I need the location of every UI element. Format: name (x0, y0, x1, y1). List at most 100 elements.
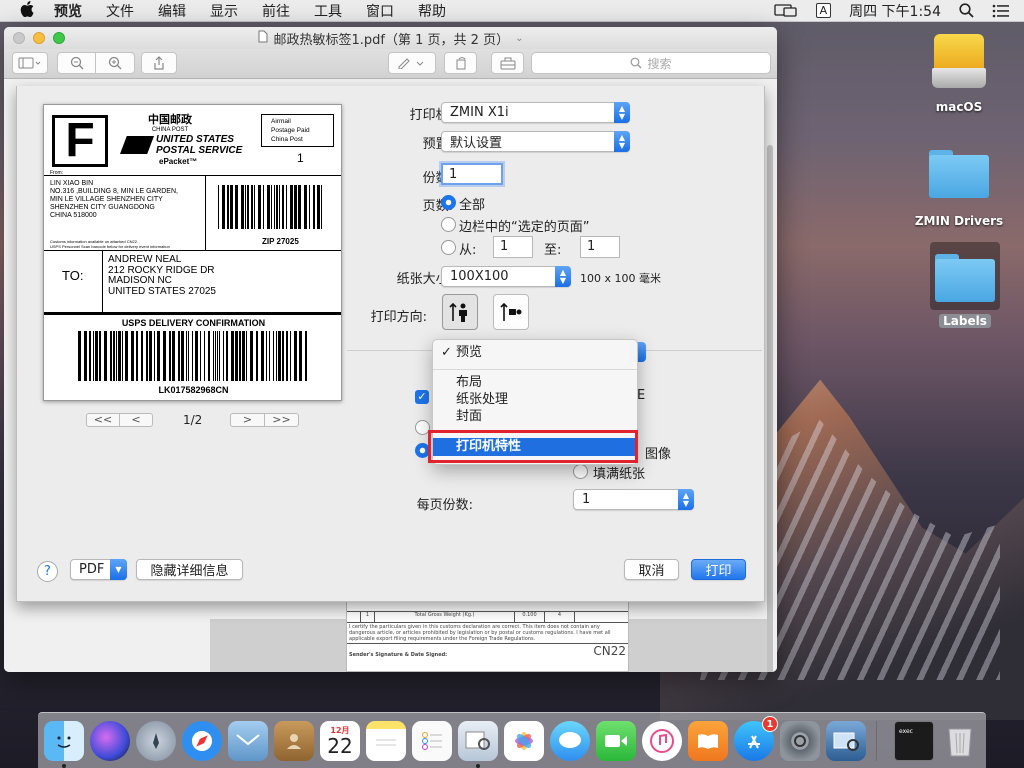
toolbar: 搜索 (4, 49, 777, 79)
menubar-clock[interactable]: 周四 下午1:54 (849, 1, 941, 21)
zip-barcode (218, 185, 326, 229)
help-button[interactable]: ? (37, 561, 58, 582)
toolbox-button[interactable] (491, 52, 524, 74)
apple-menu-icon[interactable] (20, 0, 38, 21)
first-page-button[interactable]: << (87, 414, 120, 426)
last-page-button[interactable]: >> (265, 414, 298, 426)
image-capture-icon[interactable] (826, 721, 866, 761)
desktop-icon-labels[interactable]: Labels (930, 242, 1000, 328)
photos-icon[interactable] (504, 721, 544, 761)
siri-icon[interactable] (90, 721, 130, 761)
chevron-down-icon[interactable]: ⌄ (515, 33, 523, 44)
copies-input[interactable]: 1 (441, 163, 503, 185)
minimize-button[interactable] (33, 32, 45, 44)
pages-to-input[interactable]: 1 (580, 236, 620, 258)
mail-icon[interactable] (228, 721, 268, 761)
spotlight-search-icon[interactable] (959, 3, 974, 18)
close-button[interactable] (13, 32, 25, 44)
fill-paper-label[interactable]: 填满纸张 (593, 463, 645, 482)
per-page-label: 每页份数: (416, 498, 473, 513)
launchpad-icon[interactable] (136, 721, 176, 761)
vertical-scrollbar[interactable] (767, 145, 773, 672)
hide-details-button[interactable]: 隐藏详细信息 (136, 559, 243, 580)
terminal-icon[interactable]: exec (894, 721, 934, 761)
menu-go[interactable]: 前往 (262, 1, 290, 21)
preset-popup[interactable]: 默认设置 ▲ ▼ (441, 131, 630, 152)
sidebar-toggle-button[interactable] (12, 52, 48, 74)
ibooks-icon[interactable] (688, 721, 728, 761)
paper-size-popup[interactable]: 100X100 ▲ ▼ (441, 266, 571, 287)
menu-preview[interactable]: 预览 (54, 1, 82, 21)
pages-all-label[interactable]: 全部 (459, 194, 485, 213)
pages-all-radio[interactable] (441, 195, 456, 210)
facetime-icon[interactable] (596, 721, 636, 761)
menu-view[interactable]: 显示 (210, 1, 238, 21)
app-store-icon[interactable]: 1 (734, 716, 778, 761)
pages-from-input[interactable]: 1 (493, 236, 533, 258)
pages-range-radio[interactable] (441, 240, 456, 255)
pages-selected-label[interactable]: 边栏中的“选定的页面” (459, 216, 589, 235)
next-page-button[interactable]: > (231, 414, 265, 426)
calendar-icon[interactable]: 12月 22 (320, 721, 360, 761)
to-line: MADISON NC (108, 275, 172, 286)
input-source-icon[interactable]: A (815, 3, 832, 18)
desktop-icon-macos[interactable]: macOS (922, 32, 996, 114)
option-radio-1[interactable] (415, 420, 430, 435)
per-page-popup[interactable]: 1 ▲ ▼ (573, 489, 694, 510)
menu-item-preview[interactable]: ✓ 预览 (433, 344, 637, 362)
system-preferences-icon[interactable] (780, 721, 820, 761)
search-icon (631, 57, 642, 69)
pager-next-group: > >> (230, 413, 299, 427)
menu-window[interactable]: 窗口 (366, 1, 394, 21)
notes-icon[interactable] (366, 721, 406, 761)
display-mirroring-icon[interactable] (773, 3, 798, 18)
desktop-icon-zmin-drivers[interactable]: ZMIN Drivers (912, 150, 1006, 228)
menu-tools[interactable]: 工具 (314, 1, 342, 21)
prev-page-button[interactable]: < (120, 414, 152, 426)
menu-item-layout[interactable]: 布局 (433, 374, 637, 392)
menu-help[interactable]: 帮助 (418, 1, 446, 21)
preview-app-icon[interactable] (458, 721, 498, 761)
search-field[interactable]: 搜索 (531, 52, 771, 74)
safari-icon[interactable] (182, 721, 222, 761)
page-indicator: 1/2 (183, 413, 203, 427)
portrait-button[interactable] (442, 294, 478, 330)
paper-dimensions: 100 x 100 毫米 (580, 272, 661, 285)
markup-button[interactable] (388, 52, 436, 74)
menu-item-cover-page[interactable]: 封面 (433, 408, 637, 426)
cn22-page-preview: 1 Total Gross Weight (Kg.) 0.100 4 I cer… (346, 592, 629, 672)
finder-icon[interactable] (44, 721, 84, 761)
menu-edit[interactable]: 编辑 (158, 1, 186, 21)
pages-selected-radio[interactable] (441, 217, 456, 232)
printer-popup[interactable]: ZMIN X1i ▲ ▼ (441, 102, 630, 123)
zoom-in-button[interactable] (95, 52, 135, 74)
cancel-button[interactable]: 取消 (624, 559, 679, 580)
print-button[interactable]: 打印 (691, 559, 746, 580)
folder-icon (929, 150, 989, 198)
checkbox-checked[interactable]: ✓ (415, 390, 429, 404)
trash-icon[interactable] (940, 721, 980, 761)
panel-dropdown-menu: ✓ 预览 布局 纸张处理 封面 打印机特性 (432, 339, 638, 465)
option-radio-2[interactable] (415, 443, 430, 458)
notification-center-icon[interactable] (992, 4, 1010, 18)
menu-item-printer-features[interactable]: 打印机特性 (433, 438, 637, 456)
messages-icon[interactable] (550, 721, 590, 761)
share-button[interactable] (141, 52, 177, 74)
rotate-button[interactable] (444, 52, 477, 74)
fill-paper-radio[interactable] (573, 464, 588, 479)
zoom-out-button[interactable] (57, 52, 96, 74)
zoom-button[interactable] (53, 32, 65, 44)
scale-image-label: 图像 (645, 447, 672, 462)
menu-file[interactable]: 文件 (106, 1, 134, 21)
pdf-menu-button[interactable]: PDF ▼ (70, 559, 127, 580)
popup-arrows-icon: ▲ ▼ (614, 131, 630, 152)
contacts-icon[interactable] (274, 721, 314, 761)
window-title[interactable]: 邮政热敏标签1.pdf（第 1 页，共 2 页） (274, 29, 510, 48)
reminders-icon[interactable] (412, 721, 452, 761)
to-address: ANDREW NEAL 212 ROCKY RIDGE DR MADISON N… (108, 254, 216, 297)
from-line: LIN XIAO BIN (50, 180, 94, 187)
landscape-button[interactable] (493, 294, 529, 330)
itunes-icon[interactable] (642, 721, 682, 761)
usps-line1: UNITED STATES (156, 134, 234, 145)
menu-item-paper-handling[interactable]: 纸张处理 (433, 391, 637, 409)
